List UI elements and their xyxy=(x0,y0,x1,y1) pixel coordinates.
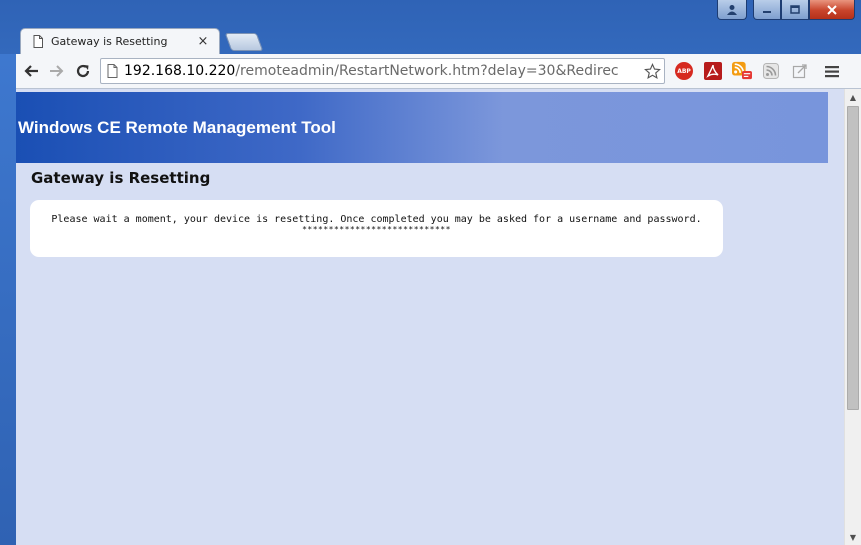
url-text[interactable]: 192.168.10.220/remoteadmin/RestartNetwor… xyxy=(124,63,642,79)
scroll-down-arrow-icon[interactable]: ▼ xyxy=(845,529,861,545)
close-tab-icon[interactable]: × xyxy=(197,34,209,49)
adblock-plus-badge: ABP xyxy=(675,62,693,80)
reset-message: Please wait a moment, your device is res… xyxy=(51,214,702,225)
star-icon[interactable] xyxy=(642,61,662,81)
tab-gateway-resetting[interactable]: Gateway is Resetting × xyxy=(20,28,220,54)
acrobat-icon[interactable] xyxy=(703,61,723,81)
forward-arrow-icon[interactable] xyxy=(46,60,68,82)
window-caption-buttons xyxy=(717,0,855,20)
hamburger-menu-icon[interactable] xyxy=(822,61,842,81)
window-left-frame xyxy=(0,54,16,545)
tab-strip: Gateway is Resetting × xyxy=(20,28,264,54)
page-title: Gateway is Resetting xyxy=(31,169,211,187)
reload-icon[interactable] xyxy=(72,60,94,82)
maximize-button[interactable] xyxy=(781,0,809,20)
close-window-button[interactable] xyxy=(809,0,855,20)
rss-subscription-icon[interactable] xyxy=(732,61,752,81)
page-icon xyxy=(107,63,119,79)
vertical-scrollbar[interactable]: ▲ ▼ xyxy=(844,89,861,545)
banner-title: Windows CE Remote Management Tool xyxy=(18,117,336,137)
header-banner: Windows CE Remote Management Tool xyxy=(16,92,828,163)
user-icon[interactable] xyxy=(717,0,747,20)
tab-title: Gateway is Resetting xyxy=(51,35,168,48)
minimize-button[interactable] xyxy=(753,0,781,20)
scroll-up-arrow-icon[interactable]: ▲ xyxy=(845,89,861,105)
browser-window: Gateway is Resetting × 192.168.10.220/re… xyxy=(0,0,861,545)
message-box: Please wait a moment, your device is res… xyxy=(30,200,723,257)
page-icon xyxy=(33,35,43,48)
browser-toolbar: 192.168.10.220/remoteadmin/RestartNetwor… xyxy=(16,54,861,89)
share-icon[interactable] xyxy=(790,61,810,81)
url-path: /remoteadmin/RestartNetwork.htm?delay=30… xyxy=(235,63,619,79)
new-tab-button[interactable] xyxy=(224,33,264,51)
scroll-thumb[interactable] xyxy=(847,106,859,410)
progress-stars: **************************** xyxy=(302,225,451,234)
address-bar[interactable]: 192.168.10.220/remoteadmin/RestartNetwor… xyxy=(100,58,665,84)
back-arrow-icon[interactable] xyxy=(20,60,42,82)
adblock-plus-icon[interactable]: ABP xyxy=(674,61,694,81)
rss-feed-icon[interactable] xyxy=(761,61,781,81)
url-host: 192.168.10.220 xyxy=(124,63,236,79)
page-viewport: Windows CE Remote Management Tool Gatewa… xyxy=(16,89,861,545)
